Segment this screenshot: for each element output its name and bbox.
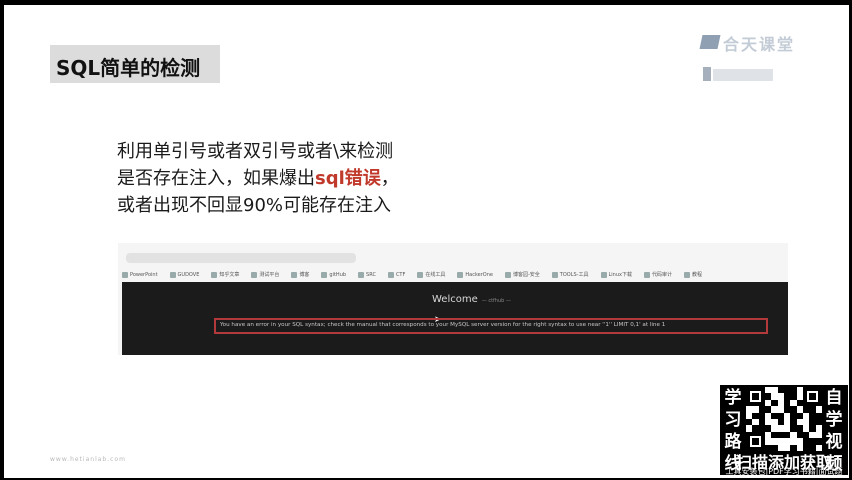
bookmark-icon [211,271,218,278]
footer-url: www.hetianlab.com [50,456,126,463]
bookmark-label: CTF [395,271,406,278]
bookmark-icon [251,271,258,278]
bookmark-label: 知乎文章 [219,272,240,278]
bookmark-icon [457,271,464,278]
bookmark-item[interactable]: gitHub [321,271,346,278]
bookmark-item[interactable]: 博客园-安全 [504,271,540,278]
logo-subtitle [713,69,773,81]
bookmark-item[interactable]: 代码审计 [643,271,672,278]
bookmark-item[interactable]: 博客 [291,271,309,278]
bookmark-label: 教程 [692,272,703,278]
sql-error-highlight: sql错误 [315,168,381,189]
bookmark-icon [643,271,650,278]
bookmark-label: HackerOne [465,271,493,278]
bookmark-label: GUDOVE [177,271,200,278]
body-line-3: 或者出现不回显90%可能存在注入 [117,195,392,216]
bookmark-item[interactable]: 在线工具 [417,271,445,278]
bookmark-icon [122,271,128,278]
promo-sub-text: 工具安装包|PDF学习书籍|面试题 [725,467,843,476]
slide-title: SQL简单的检测 [56,56,201,80]
welcome-heading: Welcome — ctfhub — [432,294,511,305]
bookmark-icon [504,271,511,278]
bookmark-label: 在线工具 [425,272,446,278]
bookmark-item[interactable]: SRC [358,271,376,278]
logo-icon [699,35,721,49]
bookmark-icon [551,271,558,278]
bookmark-item[interactable]: TOOLS-工具 [551,271,589,278]
bookmark-icon [321,271,328,278]
video-frame: SQL简单的检测 合天课堂 利用单引号或者双引号或者\来检测 是否存在注入，如果… [0,0,852,480]
bookmark-label: SRC [366,271,376,278]
bookmarks-bar: PowerPoint GUDOVE 知乎文章 测试平台 博客 gitHub SRC CTF 在线… [122,271,702,278]
bookmark-item[interactable]: HackerOne [457,271,493,278]
sql-error-box: You have an error in your SQL syntax; ch… [214,318,768,334]
bookmark-item[interactable]: PowerPoint [122,271,158,278]
page-content: Welcome — ctfhub — ➤ You have an error in… [122,282,788,355]
brand-logo: 合天课堂 [699,29,821,91]
bookmark-item[interactable]: Linux下载 [600,271,632,278]
school-badge-icon [703,67,711,81]
bookmark-icon [291,271,298,278]
slide-body: 利用单引号或者双引号或者\来检测 是否存在注入，如果爆出sql错误， 或者出现不… [117,138,399,219]
bookmark-icon [358,271,365,278]
qr-code-icon [746,387,822,451]
bookmark-item[interactable]: 教程 [684,271,702,278]
address-bar [126,253,356,263]
bookmark-label: TOOLS-工具 [559,272,589,278]
bookmark-label: Linux下载 [608,272,632,278]
bookmark-item[interactable]: GUDOVE [169,271,200,278]
bookmark-label: PowerPoint [130,271,158,278]
bookmark-label: gitHub [329,271,347,278]
bookmark-label: 博客园-安全 [512,272,540,278]
bookmark-label: 代码审计 [651,272,672,278]
body-line-1: 利用单引号或者双引号或者\来检测 [117,141,394,162]
bookmark-icon [600,271,607,278]
bookmark-icon [417,271,424,278]
bookmark-icon [169,271,176,278]
bookmark-label: 测试平台 [259,272,280,278]
bookmark-item[interactable]: 知乎文章 [211,271,239,278]
bookmark-label: 博客 [299,272,310,278]
logo-text: 合天课堂 [723,35,796,54]
bookmark-icon [387,271,394,278]
bookmark-icon [684,271,690,278]
sql-error-message: You have an error in your SQL syntax; ch… [220,322,666,328]
bookmark-item[interactable]: 测试平台 [251,271,279,278]
browser-screenshot: PowerPoint GUDOVE 知乎文章 测试平台 博客 gitHub SRC CTF 在线… [118,243,788,355]
bookmark-item[interactable]: CTF [387,271,406,278]
promo-overlay: 学习路线 自学视频 扫描添加获取 工具安装包|PDF学习书籍|面试题 [720,385,848,476]
body-line-2: 是否存在注入，如果爆出sql错误， [117,168,399,189]
